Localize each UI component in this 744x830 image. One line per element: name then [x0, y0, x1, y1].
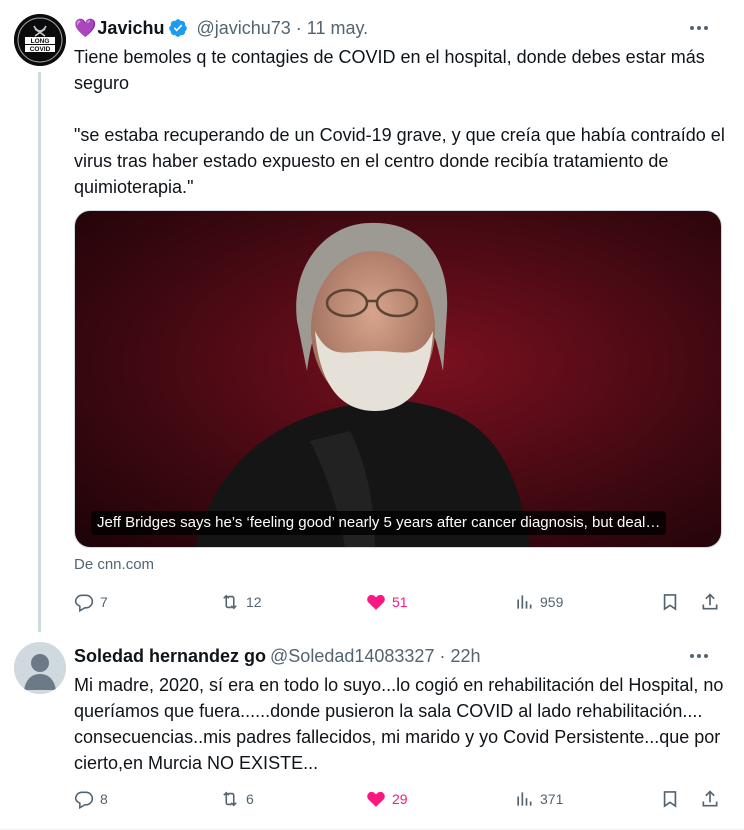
reply-icon — [74, 791, 94, 809]
retweet-count: 12 — [246, 594, 262, 610]
share-button[interactable] — [700, 590, 720, 614]
reply-icon — [74, 594, 94, 612]
reply-button[interactable]: 8 — [74, 787, 108, 811]
more-icon[interactable] — [690, 654, 708, 658]
handle[interactable]: @javichu73 — [196, 18, 290, 39]
share-icon — [702, 790, 718, 807]
like-button[interactable]: 51 — [366, 590, 408, 614]
views-button[interactable]: 959 — [514, 590, 563, 614]
tweet-header: 💜 Javichu @javichu73 · 11 may. — [74, 16, 730, 40]
thread-line — [38, 72, 41, 632]
timestamp[interactable]: 22h — [450, 646, 480, 667]
heart-icon — [367, 791, 385, 807]
bookmark-button[interactable] — [660, 590, 680, 614]
tweet-text-body: Mi madre, 2020, sí era en todo lo suyo..… — [74, 675, 724, 773]
share-icon — [702, 593, 718, 610]
handle[interactable]: @Soledad14083327 — [270, 646, 434, 667]
default-avatar-icon — [14, 642, 66, 694]
purple-heart-icon: 💜 — [74, 17, 97, 38]
bookmark-icon — [663, 791, 677, 808]
timestamp[interactable]: 11 may. — [307, 18, 368, 39]
heart-icon — [367, 594, 385, 610]
retweet-icon — [223, 594, 237, 610]
retweet-count: 6 — [246, 791, 254, 807]
share-button[interactable] — [700, 787, 720, 811]
tweet-text: Tiene bemoles q te contagies de COVID en… — [74, 44, 730, 200]
display-name[interactable]: Soledad hernandez go — [74, 646, 266, 667]
reply-count: 8 — [100, 791, 108, 807]
display-name[interactable]: Javichu — [97, 18, 164, 39]
tweet-text: Mi madre, 2020, sí era en todo lo suyo..… — [74, 672, 730, 776]
views-button[interactable]: 371 — [514, 787, 563, 811]
more-icon[interactable] — [690, 26, 708, 30]
reply-count: 7 — [100, 594, 108, 610]
bookmark-button[interactable] — [660, 787, 680, 811]
tweet-header: Soledad hernandez go @Soledad14083327 · … — [74, 644, 730, 668]
views-icon — [517, 792, 532, 806]
reply-button[interactable]: 7 — [74, 590, 108, 614]
bookmark-icon — [663, 594, 677, 611]
action-bar: 8 6 29 371 — [74, 787, 730, 811]
like-count: 29 — [392, 791, 408, 807]
retweet-button[interactable]: 6 — [220, 787, 254, 811]
card-image — [75, 211, 721, 547]
link-card[interactable]: Jeff Bridges says he’s ‘feeling good’ ne… — [74, 210, 722, 548]
avatar[interactable] — [14, 642, 66, 694]
separator: · — [295, 17, 302, 38]
tweet-text-quote: "se estaba recuperando de un Covid-19 gr… — [74, 125, 725, 197]
long-covid-logo: LONG COVID — [14, 14, 66, 66]
separator: · — [439, 645, 446, 666]
views-icon — [517, 595, 532, 609]
views-count: 371 — [540, 791, 564, 807]
like-button[interactable]: 29 — [366, 787, 408, 811]
tweet-text-line: Tiene bemoles q te contagies de COVID en… — [74, 47, 705, 93]
card-caption[interactable]: Jeff Bridges says he’s ‘feeling good’ ne… — [91, 511, 667, 535]
action-bar: 7 12 51 959 — [74, 590, 730, 614]
logo-text-bottom: COVID — [30, 46, 51, 53]
logo-text-top: LONG — [31, 38, 50, 45]
retweet-button[interactable]: 12 — [220, 590, 262, 614]
views-count: 959 — [540, 594, 564, 610]
like-count: 51 — [392, 594, 408, 610]
card-source[interactable]: De cnn.com — [74, 556, 154, 573]
retweet-icon — [223, 791, 237, 807]
verified-badge-icon — [169, 19, 188, 37]
avatar[interactable]: LONG COVID — [14, 14, 66, 66]
